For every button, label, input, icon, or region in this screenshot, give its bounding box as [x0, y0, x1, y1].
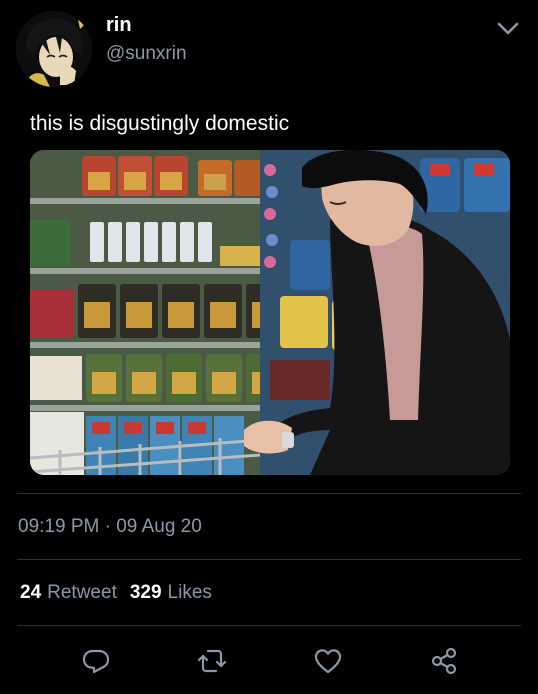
retweet-count[interactable]: 24: [20, 582, 41, 603]
tweet-detail: rin @sunxrin this is disgustingly domest…: [0, 0, 538, 694]
tweet-timestamp[interactable]: 09:19 PM · 09 Aug 20: [18, 516, 202, 538]
author-display-name[interactable]: rin: [106, 14, 132, 37]
chevron-down-icon[interactable]: [494, 16, 522, 40]
like-button[interactable]: [310, 644, 346, 678]
like-label[interactable]: Likes: [168, 582, 212, 603]
divider: [17, 625, 521, 626]
retweet-icon: [197, 649, 227, 673]
share-button[interactable]: [426, 644, 462, 678]
divider: [17, 493, 521, 494]
author-handle[interactable]: @sunxrin: [106, 43, 187, 65]
tweet-stats: 24 Retweet 329 Likes: [20, 582, 212, 604]
reply-icon: [82, 649, 110, 674]
reply-button[interactable]: [78, 644, 114, 678]
share-icon: [431, 647, 457, 675]
supermarket-photo-illustration: [30, 150, 510, 475]
tweet-photo[interactable]: [30, 150, 510, 475]
retweet-label[interactable]: Retweet: [47, 582, 117, 603]
divider: [17, 559, 521, 560]
heart-icon: [314, 649, 342, 674]
like-count[interactable]: 329: [130, 582, 162, 603]
tweet-text: this is disgustingly domestic: [30, 112, 290, 135]
retweet-button[interactable]: [194, 644, 230, 678]
avatar-illustration: [16, 11, 92, 87]
avatar[interactable]: [16, 11, 92, 87]
